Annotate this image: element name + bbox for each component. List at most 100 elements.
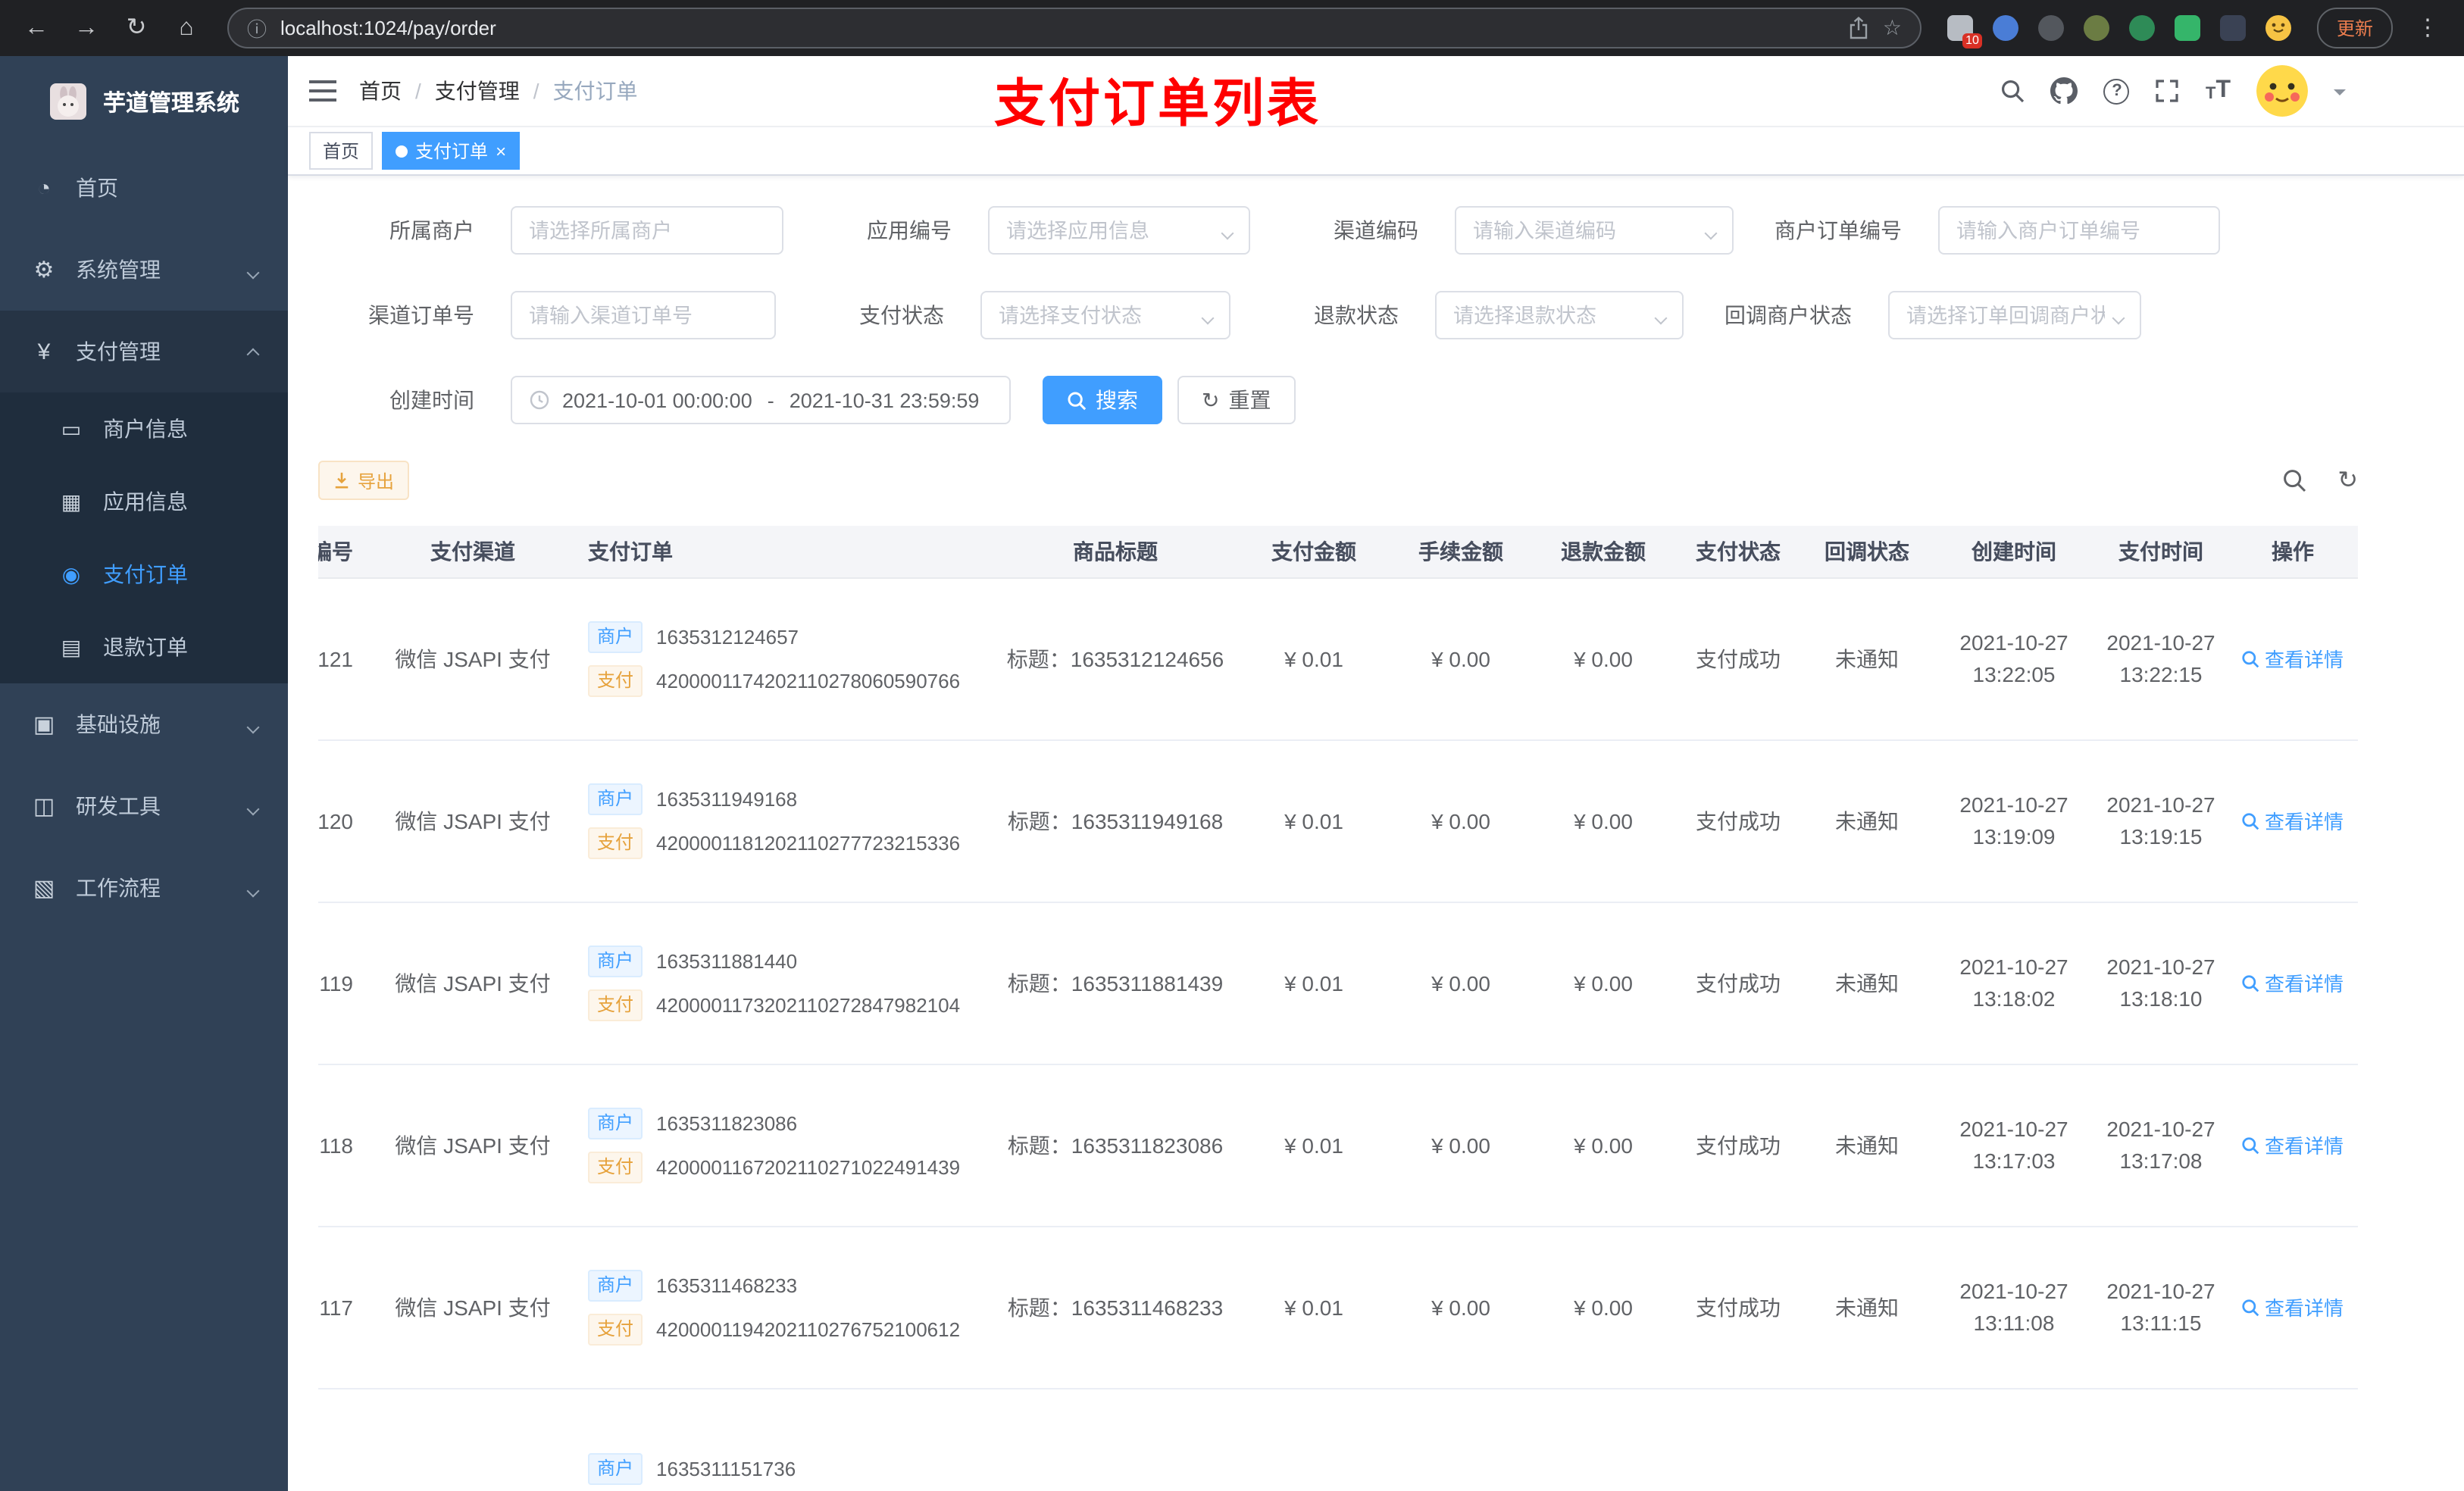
sidebar-item-app-info[interactable]: ▦ 应用信息	[0, 465, 288, 538]
search-icon[interactable]	[2001, 79, 2025, 103]
menu-collapse-icon[interactable]	[309, 79, 336, 103]
merchant-order-no-input[interactable]	[1956, 219, 2202, 242]
channel-pay-no: 4200001194202110276752100612	[656, 1318, 961, 1340]
channel-pay-no: 4200001167202110271022491439	[656, 1155, 961, 1178]
pay-channel: 微信 JSAPI 支付	[373, 1064, 573, 1227]
browser-menu-icon[interactable]: ⋮	[2412, 17, 2443, 39]
tab-pay-order[interactable]: 支付订单 ×	[382, 132, 521, 170]
search-icon	[1068, 391, 1087, 410]
pay-order-cell: 商户 1635311151736	[573, 1388, 994, 1491]
view-detail-link[interactable]: 查看详情	[2242, 1293, 2344, 1321]
pay-status-select[interactable]	[980, 291, 1230, 339]
back-icon[interactable]: ←	[21, 15, 52, 40]
table-header-row: 编号 支付渠道 支付订单 商品标题 支付金额 手续金额 退款金额 支付状态 回调…	[318, 526, 2358, 578]
app-no-select-input[interactable]	[1006, 219, 1214, 242]
header-id: 编号	[318, 526, 373, 578]
magnifier-icon	[2243, 974, 2260, 992]
app-no-select[interactable]	[988, 206, 1250, 255]
reload-icon[interactable]: ↻	[121, 15, 152, 40]
fee-amount: ¥ 0.00	[1391, 1226, 1531, 1389]
magnifier-icon	[2243, 1136, 2260, 1154]
table-tools: ↻	[2281, 465, 2434, 495]
site-info-icon[interactable]: ⓘ	[247, 14, 267, 42]
merchant-select-input[interactable]	[529, 219, 765, 242]
forward-icon[interactable]: →	[71, 15, 102, 40]
product-title: 标题：1635312124656	[994, 577, 1237, 740]
extension-icon-6[interactable]	[2174, 15, 2200, 41]
channel-order-no-field[interactable]	[511, 291, 776, 339]
view-detail-link[interactable]: 查看详情	[2242, 1130, 2344, 1159]
sidebar-item-infrastructure[interactable]: ▣ 基础设施	[0, 683, 288, 765]
font-size-icon[interactable]: TT	[2206, 78, 2231, 103]
avatar-dropdown-caret[interactable]	[2334, 89, 2346, 101]
chevron-down-icon	[1654, 304, 1668, 327]
address-bar[interactable]: ⓘ localhost:1024/pay/order ☆	[227, 8, 1921, 48]
channel-code-select[interactable]	[1455, 206, 1734, 255]
browser-home-icon[interactable]: ⌂	[171, 15, 202, 40]
filter-label: 回调商户状态	[1724, 303, 1852, 327]
chevron-down-icon	[2112, 304, 2125, 327]
monitor-icon: ▣	[33, 712, 55, 738]
sidebar-item-workflow[interactable]: ▧ 工作流程	[0, 847, 288, 929]
sidebar-item-devtools[interactable]: ◫ 研发工具	[0, 765, 288, 847]
pay-time: 2021-10-27 13:11:15	[2094, 1226, 2228, 1389]
bookmark-star-icon[interactable]: ☆	[1883, 15, 1902, 41]
channel-pay-no: 4200001173202110272847982104	[656, 993, 961, 1016]
chevron-down-icon	[1704, 219, 1718, 242]
channel-code-input[interactable]	[1473, 219, 1697, 242]
tab-home[interactable]: 首页	[309, 132, 374, 170]
box-icon: ▧	[33, 876, 55, 902]
merchant-select[interactable]	[511, 206, 783, 255]
pay-amount: ¥ 0.01	[1237, 577, 1391, 740]
refund-status-input[interactable]	[1453, 304, 1647, 327]
user-avatar[interactable]	[2256, 65, 2308, 117]
extension-icon-2[interactable]	[1992, 15, 2018, 41]
search-button[interactable]: 搜索	[1043, 376, 1162, 424]
github-icon[interactable]	[2050, 77, 2078, 105]
sidebar-item-system[interactable]: ⚙ 系统管理	[0, 229, 288, 311]
sidebar-item-home[interactable]: ◔ 首页	[0, 147, 288, 229]
header-notify: 回调状态	[1800, 526, 1934, 578]
extension-icon-1[interactable]: 10	[1946, 15, 1982, 48]
export-button[interactable]: 导出	[318, 461, 410, 500]
extension-icon-3[interactable]	[2037, 15, 2064, 41]
tab-close-icon[interactable]: ×	[496, 142, 506, 160]
table-search-toggle-icon[interactable]	[2281, 468, 2306, 492]
chevron-down-icon	[1201, 304, 1215, 327]
refresh-icon: ↻	[1202, 388, 1220, 412]
sidebar-item-payment[interactable]: ¥ 支付管理	[0, 311, 288, 392]
tags-view-bar: 首页 支付订单 ×	[288, 127, 2464, 176]
merchant-order-no-field[interactable]	[1938, 206, 2220, 255]
sidebar-item-merchant-info[interactable]: ▭ 商户信息	[0, 392, 288, 465]
refund-status-select[interactable]	[1435, 291, 1684, 339]
extension-icon-7[interactable]	[2219, 15, 2246, 41]
channel-order-no-input[interactable]	[529, 304, 758, 327]
refund-amount: ¥ 0.00	[1531, 739, 1676, 902]
reset-button-label: 重置	[1228, 388, 1271, 412]
sidebar-item-refund-order[interactable]: ▤ 退款订单	[0, 611, 288, 683]
table-refresh-icon[interactable]: ↻	[2337, 465, 2358, 495]
notify-status-input[interactable]	[1906, 304, 2105, 327]
view-detail-link[interactable]: 查看详情	[2242, 806, 2344, 835]
view-detail-link[interactable]: 查看详情	[2242, 644, 2344, 673]
reset-button[interactable]: ↻ 重置	[1177, 376, 1296, 424]
profile-emoji-icon[interactable]	[2265, 15, 2291, 41]
pay-channel: 微信 JSAPI 支付	[373, 902, 573, 1064]
sidebar-item-pay-order[interactable]: ◉ 支付订单	[0, 538, 288, 611]
notify-status-select[interactable]	[1888, 291, 2141, 339]
view-detail-link[interactable]: 查看详情	[2242, 968, 2344, 997]
share-icon[interactable]	[1850, 17, 1869, 39]
extension-icon-5[interactable]	[2128, 15, 2155, 41]
breadcrumb-pay-manage[interactable]: 支付管理	[435, 76, 520, 106]
filter-app-no: 应用编号	[796, 206, 1250, 255]
pay-amount: ¥ 0.01	[1237, 1226, 1391, 1389]
pay-status: 支付成功	[1676, 1226, 1800, 1389]
extension-icon-4[interactable]	[2083, 15, 2109, 41]
notify-status: 未通知	[1800, 577, 1934, 740]
help-icon[interactable]: ?	[2103, 78, 2130, 104]
create-time-range-picker[interactable]: 2021-10-01 00:00:00 - 2021-10-31 23:59:5…	[511, 376, 1011, 424]
fullscreen-icon[interactable]	[2156, 79, 2180, 103]
browser-update-button[interactable]: 更新	[2316, 8, 2393, 48]
breadcrumb-home[interactable]: 首页	[359, 76, 402, 106]
pay-status-input[interactable]	[999, 304, 1194, 327]
